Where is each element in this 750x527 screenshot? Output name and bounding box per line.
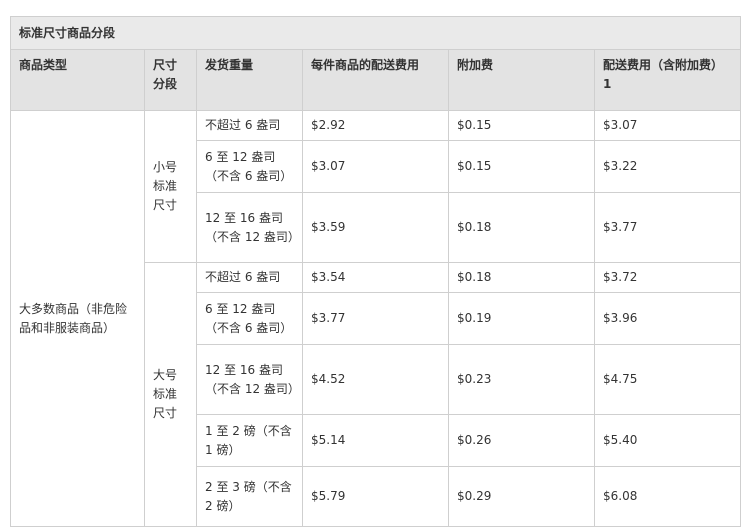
table-header-row: 商品类型 尺寸分段 发货重量 每件商品的配送费用 附加费 配送费用（含附加费） … xyxy=(10,49,741,111)
page: 标准尺寸商品分段 商品类型 尺寸分段 发货重量 每件商品的配送费用 附加费 配送… xyxy=(0,0,750,527)
weight-cell: 6 至 12 盎司（不含 6 盎司） xyxy=(196,140,303,193)
total-cell: $3.72 xyxy=(594,262,741,293)
surcharge-cell: $0.19 xyxy=(448,292,595,345)
fee-cell: $3.77 xyxy=(302,292,449,345)
weight-cell: 2 至 3 磅（不含 2 磅） xyxy=(196,466,303,527)
surcharge-cell: $0.29 xyxy=(448,466,595,527)
table-title: 标准尺寸商品分段 xyxy=(10,16,741,50)
surcharge-cell: $0.26 xyxy=(448,414,595,467)
surcharge-cell: $0.23 xyxy=(448,344,595,415)
size-tier-cell: 大号标准尺寸 xyxy=(144,262,197,527)
total-cell: $3.77 xyxy=(594,192,741,263)
header-fee: 每件商品的配送费用 xyxy=(302,49,449,111)
fee-cell: $3.07 xyxy=(302,140,449,193)
weight-cell: 不超过 6 盎司 xyxy=(196,262,303,293)
surcharge-cell: $0.18 xyxy=(448,192,595,263)
weight-cell: 不超过 6 盎司 xyxy=(196,110,303,141)
header-weight: 发货重量 xyxy=(196,49,303,111)
size-tier-cell: 小号标准尺寸 xyxy=(144,110,197,263)
total-cell: $3.22 xyxy=(594,140,741,193)
category-cell: 大多数商品（非危险品和非服装商品） xyxy=(10,110,145,527)
header-total-label: 配送费用（含附加费） xyxy=(603,58,724,72)
fee-cell: $3.59 xyxy=(302,192,449,263)
surcharge-cell: $0.18 xyxy=(448,262,595,293)
header-surcharge: 附加费 xyxy=(448,49,595,111)
header-total-note: 1 xyxy=(603,77,612,91)
total-cell: $4.75 xyxy=(594,344,741,415)
table-title-row: 标准尺寸商品分段 xyxy=(10,16,741,50)
weight-cell: 1 至 2 磅（不含 1 磅） xyxy=(196,414,303,467)
weight-cell: 12 至 16 盎司（不含 12 盎司） xyxy=(196,344,303,415)
table-row: 大多数商品（非危险品和非服装商品） 小号标准尺寸 不超过 6 盎司 $2.92 $0.1… xyxy=(10,110,741,527)
fee-cell: $3.54 xyxy=(302,262,449,293)
surcharge-cell: $0.15 xyxy=(448,110,595,141)
fee-cell: $4.52 xyxy=(302,344,449,415)
total-cell: $6.08 xyxy=(594,466,741,527)
header-category: 商品类型 xyxy=(10,49,145,111)
total-cell: $3.07 xyxy=(594,110,741,141)
surcharge-cell: $0.15 xyxy=(448,140,595,193)
header-total: 配送费用（含附加费） 1 xyxy=(594,49,741,111)
fee-table: 标准尺寸商品分段 商品类型 尺寸分段 发货重量 每件商品的配送费用 附加费 配送… xyxy=(10,16,741,527)
fee-cell: $5.79 xyxy=(302,466,449,527)
fee-cell: $5.14 xyxy=(302,414,449,467)
weight-cell: 12 至 16 盎司（不含 12 盎司） xyxy=(196,192,303,263)
fee-cell: $2.92 xyxy=(302,110,449,141)
weight-cell: 6 至 12 盎司（不含 6 盎司） xyxy=(196,292,303,345)
header-size: 尺寸分段 xyxy=(144,49,197,111)
total-cell: $3.96 xyxy=(594,292,741,345)
total-cell: $5.40 xyxy=(594,414,741,467)
